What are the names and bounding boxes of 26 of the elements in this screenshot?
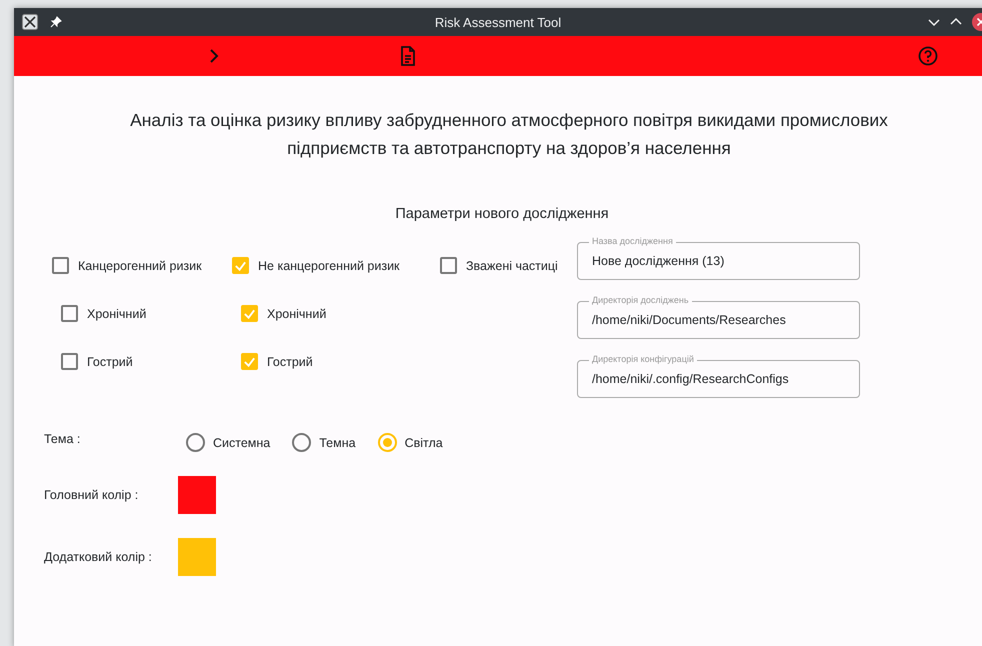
app-icon: [22, 14, 38, 30]
document-icon[interactable]: [400, 46, 416, 66]
checkbox-option[interactable]: Хронічний: [61, 305, 146, 322]
section-title: Параметри нового дослідження: [394, 206, 610, 222]
radio-option[interactable]: Темна: [292, 433, 356, 452]
checkbox-option[interactable]: Зважені частиці: [440, 257, 558, 274]
radio-option[interactable]: Системна: [186, 433, 270, 452]
text-field[interactable]: Директорія конфігурацій /home/niki/.config/ResearchConfigs: [577, 354, 860, 398]
text-field[interactable]: Директорія досліджень /home/niki/Documents/Researches: [577, 295, 860, 339]
chevron-right-icon[interactable]: [208, 48, 220, 64]
checkbox-option[interactable]: Хронічний: [241, 305, 326, 322]
color-swatch[interactable]: [178, 538, 216, 576]
pin-icon[interactable]: [50, 16, 62, 28]
text-field[interactable]: Назва дослідження Нове дослідження (13): [577, 236, 860, 280]
checkbox-option[interactable]: Не канцерогенний ризик: [232, 257, 400, 274]
radio-option[interactable]: Світла: [378, 433, 443, 452]
color-swatch[interactable]: [178, 476, 216, 514]
page-heading: Аналіз та оцінка ризику впливу забрудненного атмосферного повітря викидами промислових підприємств та автотранспорту на здоров’я населення: [129, 109, 889, 160]
color-label: Головний колір :: [44, 488, 140, 502]
checkbox-option[interactable]: Гострий: [241, 353, 313, 370]
theme-label: Тема :: [44, 432, 82, 448]
checkbox-option[interactable]: Канцерогенний ризик: [52, 257, 202, 274]
help-icon[interactable]: [918, 46, 938, 66]
window-title: Risk Assessment Tool: [434, 14, 562, 30]
checkbox-option[interactable]: Гострий: [61, 353, 133, 370]
color-label: Додатковий колір :: [44, 550, 153, 564]
